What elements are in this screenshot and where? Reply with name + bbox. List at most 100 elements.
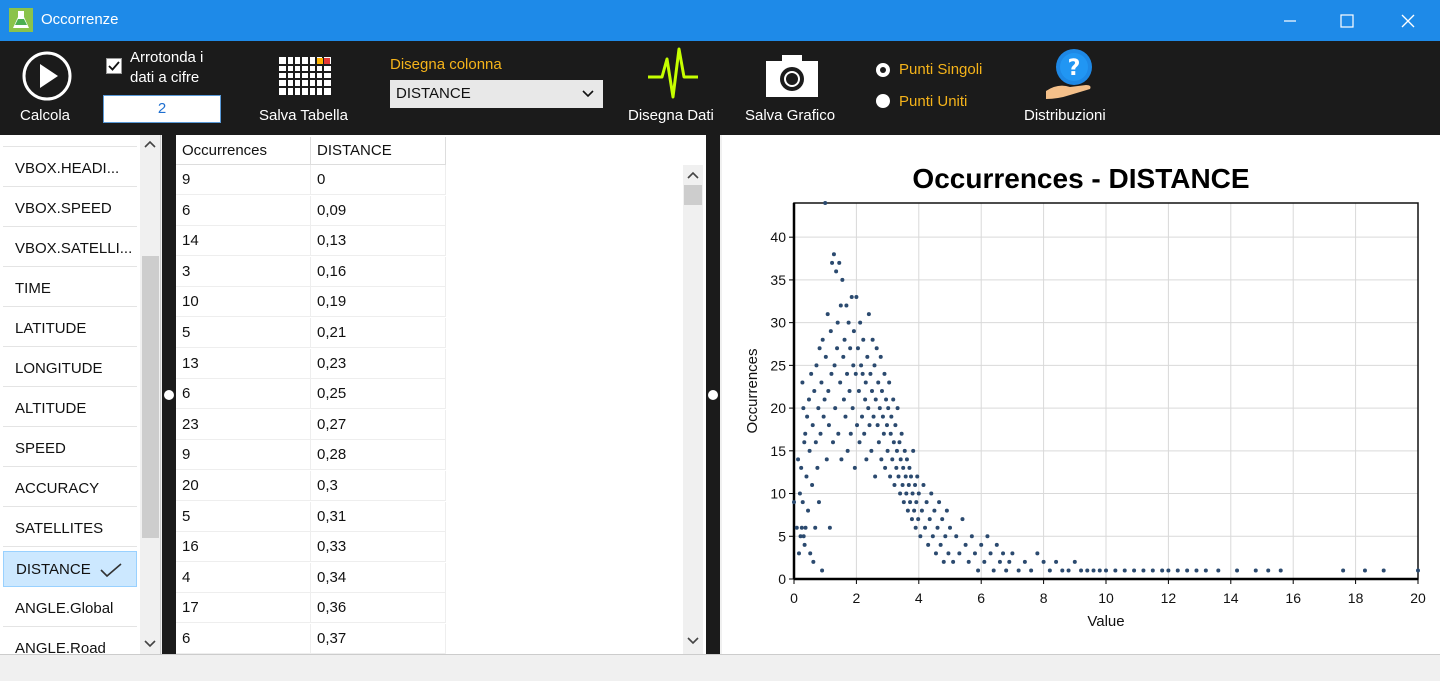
table-cell-distance[interactable]: 0,33 bbox=[311, 532, 446, 563]
data-point bbox=[1253, 568, 1258, 573]
table-header-occurrences[interactable]: Occurrences bbox=[176, 137, 311, 165]
table-cell-distance[interactable]: 0,27 bbox=[311, 409, 446, 440]
data-point bbox=[797, 491, 802, 496]
list-item[interactable]: VBOX.SPEED bbox=[3, 191, 137, 227]
list-item[interactable]: LONGITUDE bbox=[3, 351, 137, 387]
disegna-dati-button[interactable]: Disegna Dati bbox=[625, 45, 725, 131]
table-cell-distance[interactable]: 0,21 bbox=[311, 318, 446, 348]
data-point bbox=[873, 397, 878, 402]
round-digits-input[interactable]: 2 bbox=[103, 95, 221, 123]
waveform-icon bbox=[648, 47, 698, 99]
data-point bbox=[1216, 568, 1221, 573]
table-cell-distance[interactable]: 0,28 bbox=[311, 440, 446, 471]
table-cell-distance[interactable]: 0,19 bbox=[311, 287, 446, 318]
table-cell-distance[interactable]: 0,25 bbox=[311, 379, 446, 410]
table-cell-occurrences[interactable]: 10 bbox=[176, 287, 311, 318]
data-point bbox=[891, 440, 896, 445]
table-cell-distance[interactable]: 0,09 bbox=[311, 195, 446, 226]
data-point bbox=[888, 431, 893, 436]
table-cell-occurrences[interactable]: 20 bbox=[176, 471, 311, 501]
data-point bbox=[1072, 559, 1077, 564]
list-item[interactable]: ANGLE.Global bbox=[3, 591, 137, 627]
table-cell-occurrences[interactable]: 6 bbox=[176, 195, 311, 226]
data-point bbox=[918, 534, 923, 539]
table-cell-occurrences[interactable]: 6 bbox=[176, 624, 311, 654]
table-cell-occurrences[interactable]: 5 bbox=[176, 318, 311, 348]
table-scroll-up-icon[interactable] bbox=[686, 169, 700, 181]
data-point bbox=[1266, 568, 1271, 573]
table-grid-icon bbox=[279, 57, 331, 95]
list-item[interactable]: ANGLE.Road bbox=[3, 631, 137, 654]
minimize-button[interactable] bbox=[1260, 0, 1320, 41]
list-item[interactable]: ACCURACY bbox=[3, 471, 137, 507]
column-select[interactable]: DISTANCE bbox=[390, 80, 603, 108]
list-item[interactable]: TIME bbox=[3, 271, 137, 307]
table-cell-occurrences[interactable]: 9 bbox=[176, 165, 311, 195]
splitter-handle[interactable] bbox=[164, 390, 174, 400]
list-item[interactable]: SPEED bbox=[3, 431, 137, 467]
table-cell-occurrences[interactable]: 14 bbox=[176, 226, 311, 257]
salva-tabella-button[interactable]: Salva Tabella bbox=[255, 45, 355, 131]
data-point bbox=[969, 534, 974, 539]
list-item[interactable]: VBOX.SATELLI... bbox=[3, 231, 137, 267]
table-header-distance[interactable]: DISTANCE bbox=[311, 137, 446, 165]
round-checkbox[interactable] bbox=[106, 58, 122, 74]
data-point bbox=[1203, 568, 1208, 573]
list-item[interactable]: ALTITUDE bbox=[3, 391, 137, 427]
table-cell-occurrences[interactable]: 16 bbox=[176, 532, 311, 563]
list-item-label: SATELLITES bbox=[15, 520, 104, 537]
list-item[interactable]: VBOX.HEADI... bbox=[3, 151, 137, 187]
data-point bbox=[796, 457, 801, 462]
data-point bbox=[909, 517, 914, 522]
table-cell-occurrences[interactable]: 4 bbox=[176, 562, 311, 593]
left-splitter[interactable] bbox=[162, 135, 176, 654]
distribuzioni-button[interactable]: ? Distribuzioni bbox=[1020, 45, 1120, 131]
scroll-up-icon[interactable] bbox=[143, 138, 157, 150]
table-cell-distance[interactable]: 0,31 bbox=[311, 501, 446, 532]
list-item[interactable]: LATITUDE bbox=[3, 311, 137, 347]
right-splitter[interactable] bbox=[706, 135, 720, 654]
table-cell-occurrences[interactable]: 23 bbox=[176, 409, 311, 440]
table-cell-distance[interactable]: 0,13 bbox=[311, 226, 446, 257]
column-list-scroll-thumb[interactable] bbox=[142, 256, 159, 538]
data-point bbox=[864, 457, 869, 462]
table-cell-occurrences[interactable]: 17 bbox=[176, 593, 311, 624]
splitter-handle[interactable] bbox=[708, 390, 718, 400]
data-point bbox=[941, 559, 946, 564]
table-cell-occurrences[interactable]: 5 bbox=[176, 501, 311, 532]
calcola-button[interactable]: Calcola bbox=[12, 45, 84, 131]
list-item-label: VBOX.SATELLI... bbox=[15, 240, 133, 257]
table-cell-occurrences[interactable]: 3 bbox=[176, 256, 311, 287]
table-cell-occurrences[interactable]: 9 bbox=[176, 440, 311, 471]
table-cell-distance[interactable]: 0,3 bbox=[311, 471, 446, 501]
data-point bbox=[1150, 568, 1155, 573]
table-cell-distance[interactable]: 0,16 bbox=[311, 256, 446, 287]
table-cell-distance[interactable]: 0,37 bbox=[311, 624, 446, 654]
table-scroll-thumb[interactable] bbox=[684, 185, 702, 205]
table-cell-distance[interactable]: 0 bbox=[311, 165, 446, 195]
table-scrollbar[interactable] bbox=[683, 165, 703, 654]
scroll-down-icon[interactable] bbox=[143, 638, 157, 650]
data-point bbox=[814, 363, 819, 368]
data-point bbox=[840, 277, 845, 282]
table-cell-occurrences[interactable]: 13 bbox=[176, 348, 311, 379]
list-item[interactable]: DISTANCE bbox=[3, 551, 137, 587]
list-item[interactable]: SATELLITES bbox=[3, 511, 137, 547]
table-cell-occurrences[interactable]: 6 bbox=[176, 379, 311, 410]
data-point bbox=[845, 371, 850, 376]
data-point bbox=[831, 440, 835, 445]
maximize-button[interactable] bbox=[1317, 0, 1377, 41]
table-cell-distance[interactable]: 0,23 bbox=[311, 348, 446, 379]
data-point bbox=[944, 508, 949, 513]
table-scroll-down-icon[interactable] bbox=[686, 635, 700, 647]
punti-uniti-radio[interactable] bbox=[876, 94, 890, 108]
list-item-partial[interactable]: VBOX.ALT... bbox=[3, 135, 137, 147]
salva-grafico-button[interactable]: Salva Grafico bbox=[742, 45, 842, 131]
punti-singoli-radio[interactable] bbox=[876, 63, 890, 77]
data-point bbox=[866, 406, 871, 411]
data-point bbox=[972, 551, 977, 556]
data-point bbox=[835, 320, 840, 325]
table-cell-distance[interactable]: 0,36 bbox=[311, 593, 446, 624]
table-cell-distance[interactable]: 0,34 bbox=[311, 562, 446, 593]
close-button[interactable] bbox=[1378, 0, 1438, 41]
